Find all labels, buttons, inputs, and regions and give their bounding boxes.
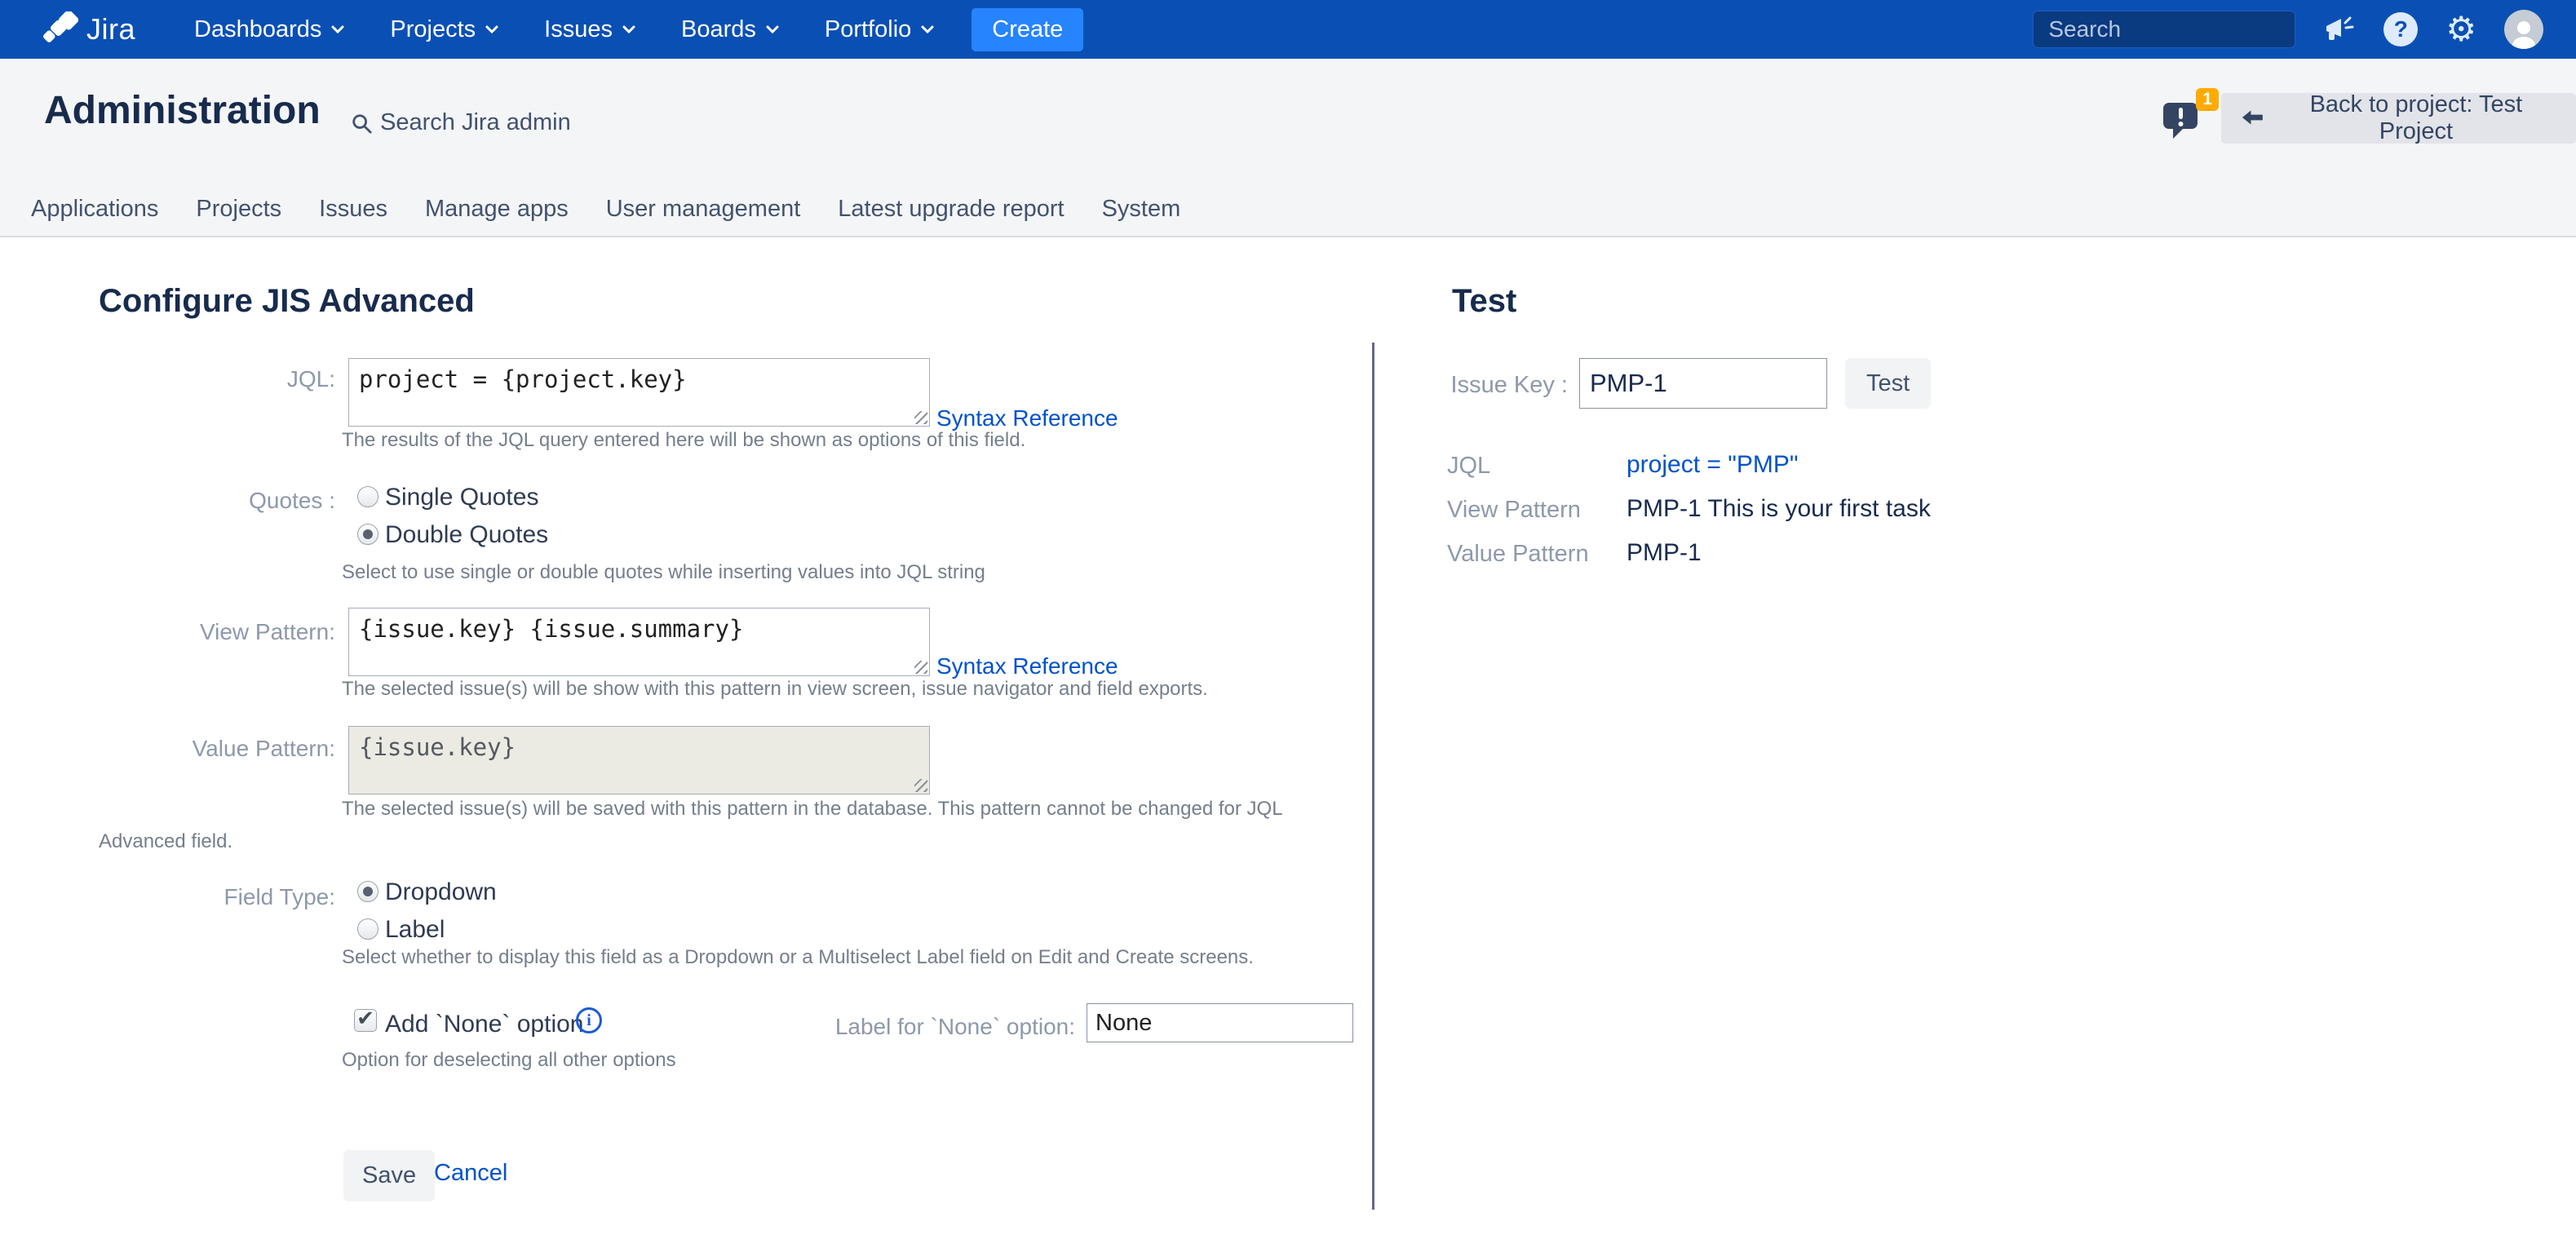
dropdown-radio[interactable] <box>357 881 378 902</box>
tab-user-management[interactable]: User management <box>606 196 801 223</box>
cancel-link[interactable]: Cancel <box>434 1160 507 1187</box>
panel-divider <box>1372 343 1374 1210</box>
result-value-pattern-label: Value Pattern <box>1447 541 1589 568</box>
issue-key-input[interactable] <box>1579 358 1827 409</box>
check-icon: ✔ <box>356 1008 374 1029</box>
jql-label: JQL: <box>96 366 335 392</box>
single-quotes-radio[interactable] <box>357 486 378 507</box>
info-icon[interactable]: i <box>576 1007 602 1033</box>
quotes-description: Select to use single or double quotes wh… <box>342 561 985 584</box>
value-pattern-label: Value Pattern: <box>96 736 335 762</box>
result-jql-value[interactable]: project = "PMP" <box>1627 451 1799 479</box>
jql-field-wrap: project = {project.key} <box>348 358 930 427</box>
view-pattern-field-wrap: {issue.key} {issue.summary} <box>348 608 930 676</box>
single-quotes-option-label[interactable]: Single Quotes <box>385 484 538 511</box>
jql-textarea[interactable]: project = {project.key} <box>348 358 930 427</box>
back-arrow-icon <box>2241 109 2264 127</box>
search-input[interactable] <box>2048 16 2343 42</box>
user-avatar[interactable] <box>2504 10 2543 49</box>
save-button[interactable]: Save <box>343 1150 435 1201</box>
gear-icon[interactable]: ⚙ <box>2445 12 2476 46</box>
nav-issues-label: Issues <box>544 16 613 43</box>
nav-portfolio[interactable]: Portfolio <box>825 16 934 43</box>
create-button[interactable]: Create <box>972 8 1083 51</box>
main-content: Configure JIS Advanced Test JQL: project… <box>0 239 2576 1239</box>
chevron-down-icon <box>622 25 635 34</box>
view-pattern-label: View Pattern: <box>96 619 335 645</box>
chevron-down-icon <box>485 25 498 34</box>
admin-search[interactable]: Search Jira admin <box>351 109 571 136</box>
page: Jira Dashboards Projects Issues Boards P… <box>0 0 2576 1239</box>
top-navbar: Jira Dashboards Projects Issues Boards P… <box>0 0 2576 59</box>
label-radio[interactable] <box>357 918 378 940</box>
tab-issues[interactable]: Issues <box>319 196 387 223</box>
value-pattern-textarea: {issue.key} <box>348 726 930 794</box>
nav-dashboards-label: Dashboards <box>194 16 321 43</box>
view-pattern-description: The selected issue(s) will be show with … <box>342 678 1208 701</box>
nav-issues[interactable]: Issues <box>544 16 635 43</box>
navbar-search[interactable] <box>2033 11 2295 48</box>
jql-syntax-reference-link[interactable]: Syntax Reference <box>936 405 1118 431</box>
add-none-description: Option for deselecting all other options <box>342 1049 676 1072</box>
result-jql-label: JQL <box>1447 453 1490 480</box>
chevron-down-icon <box>331 25 344 34</box>
dropdown-option-label[interactable]: Dropdown <box>385 878 497 906</box>
nav-dashboards[interactable]: Dashboards <box>194 16 344 43</box>
admin-header: Administration Search Jira admin 1 Back … <box>0 59 2576 237</box>
quotes-label: Quotes : <box>96 488 335 514</box>
chevron-down-icon <box>766 25 779 34</box>
none-label-field-label: Label for `None` option: <box>816 1014 1075 1040</box>
value-pattern-field-wrap: {issue.key} <box>348 726 930 794</box>
form-title: Configure JIS Advanced <box>99 283 475 320</box>
admin-search-label: Search Jira admin <box>380 109 571 136</box>
add-none-checkbox[interactable]: ✔ <box>354 1009 377 1032</box>
nav-projects-label: Projects <box>390 16 476 43</box>
tab-system[interactable]: System <box>1102 196 1181 223</box>
result-value-pattern-value: PMP-1 <box>1627 539 1702 567</box>
back-to-project-button[interactable]: Back to project: Test Project <box>2221 93 2576 144</box>
help-icon[interactable]: ? <box>2383 12 2418 46</box>
tab-latest-upgrade-report[interactable]: Latest upgrade report <box>838 196 1064 223</box>
view-pattern-textarea[interactable]: {issue.key} {issue.summary} <box>348 608 930 676</box>
result-view-pattern-value: PMP-1 This is your first task <box>1627 495 1931 523</box>
view-pattern-syntax-reference-link[interactable]: Syntax Reference <box>936 653 1118 679</box>
value-pattern-description: The selected issue(s) will be saved with… <box>99 793 1365 858</box>
admin-tabs: Applications Projects Issues Manage apps… <box>31 196 1180 223</box>
chevron-down-icon <box>921 25 934 34</box>
person-icon <box>2507 16 2540 49</box>
navbar-right: ? ⚙ <box>2033 10 2543 49</box>
nav-boards[interactable]: Boards <box>681 16 779 43</box>
issue-key-label: Issue Key : <box>1414 372 1568 399</box>
page-title: Administration <box>44 88 321 133</box>
jira-logo[interactable]: Jira <box>42 11 135 47</box>
tab-projects[interactable]: Projects <box>196 196 281 223</box>
jira-mark-icon <box>42 11 78 47</box>
logo-text: Jira <box>86 12 135 46</box>
tab-applications[interactable]: Applications <box>31 196 158 223</box>
result-view-pattern-label: View Pattern <box>1447 497 1581 524</box>
nav-portfolio-label: Portfolio <box>825 16 911 43</box>
notification-bubble[interactable]: 1 <box>2160 93 2219 147</box>
none-label-input[interactable] <box>1087 1003 1353 1042</box>
test-panel-title: Test <box>1452 283 1516 320</box>
double-quotes-option-label[interactable]: Double Quotes <box>385 521 548 549</box>
back-button-label: Back to project: Test Project <box>2276 91 2556 145</box>
notification-badge: 1 <box>2196 88 2219 111</box>
double-quotes-radio[interactable] <box>357 524 378 545</box>
nav-projects[interactable]: Projects <box>390 16 498 43</box>
field-type-label: Field Type: <box>96 884 335 910</box>
jql-description: The results of the JQL query entered her… <box>342 429 1025 452</box>
label-option-label[interactable]: Label <box>385 916 445 944</box>
search-icon <box>351 113 372 134</box>
tab-manage-apps[interactable]: Manage apps <box>425 196 569 223</box>
megaphone-icon[interactable] <box>2323 15 2356 44</box>
add-none-option-label[interactable]: Add `None` option <box>385 1011 584 1038</box>
nav-boards-label: Boards <box>681 16 756 43</box>
field-type-description: Select whether to display this field as … <box>342 946 1254 969</box>
test-button[interactable]: Test <box>1845 358 1931 409</box>
